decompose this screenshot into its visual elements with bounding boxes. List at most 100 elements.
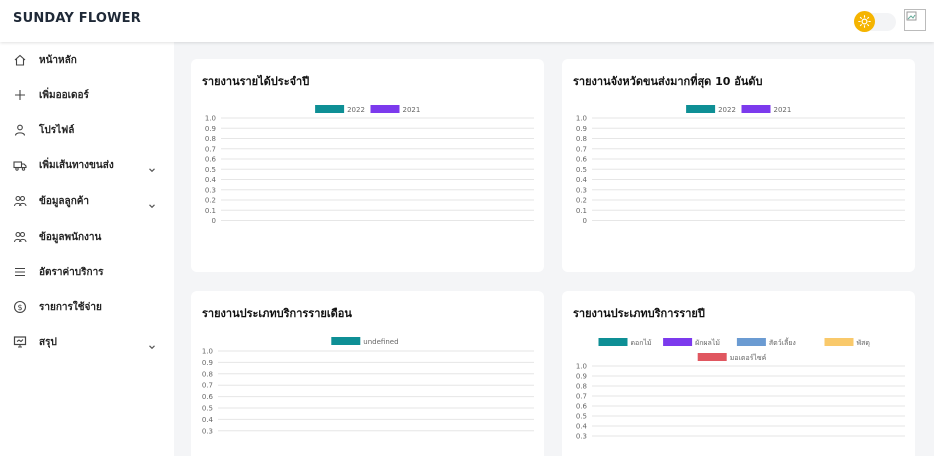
sidebar-item[interactable]: ข้อมูลพนักงาน	[0, 224, 174, 250]
chevron-down-icon[interactable]	[147, 160, 157, 173]
card-yearly-service-type: รายงานประเภทบริการรายปี ดอกไม้ ผักผลไม้ สั…	[562, 291, 915, 456]
legend-label[interactable]: ดอกไม้	[631, 338, 652, 347]
theme-toggle[interactable]	[854, 11, 896, 32]
sidebar-item-label: ข้อมูลพนักงาน	[39, 231, 102, 243]
sun-icon	[854, 11, 875, 32]
legend-label[interactable]: 2022	[347, 106, 365, 114]
sidebar-item-label: หน้าหลัก	[39, 54, 77, 66]
y-tick-label: 0.2	[205, 197, 216, 205]
y-tick-label: 0.4	[205, 176, 217, 184]
y-tick-label: 0.8	[202, 370, 213, 378]
y-tick-label: 0.8	[576, 383, 587, 391]
y-tick-label: 0	[212, 217, 216, 225]
legend-label[interactable]: สัตว์เลี้ยง	[769, 336, 796, 347]
sidebar-item-label: เพิ่มออเดอร์	[39, 89, 89, 101]
legend-swatch[interactable]	[686, 105, 716, 113]
y-tick-label: 0.9	[576, 125, 587, 133]
y-tick-label: 0.5	[205, 166, 216, 174]
sidebar-item-label: โปรไฟล์	[39, 124, 75, 136]
y-tick-label: 0.3	[205, 186, 216, 194]
chart-yearly-revenue: 2022 2021 1.0 0.9 0.8 0.7 0.6 0.5 0.4 0.3 0.2 0.1 0	[205, 105, 534, 225]
legend-label[interactable]: 2021	[774, 106, 792, 114]
y-tick-label: 0.9	[202, 359, 213, 367]
home-icon	[13, 53, 27, 67]
sidebar-item-label: เพิ่มเส้นทางขนส่ง	[39, 159, 114, 171]
y-tick-label: 0.7	[202, 382, 213, 390]
avatar[interactable]	[904, 9, 926, 31]
plus-icon	[13, 88, 27, 102]
legend-label[interactable]: undefined	[363, 338, 398, 346]
users-icon	[13, 230, 27, 244]
sidebar-item-label: อัตราค่าบริการ	[39, 266, 104, 278]
y-tick-label: 0.3	[576, 433, 587, 441]
chart-monthly-service-type: undefined 1.0 0.9 0.8 0.7 0.6 0.5 0.4 0.3	[202, 337, 534, 435]
dollar-icon: $	[13, 300, 27, 314]
y-tick-label: 0.9	[205, 125, 216, 133]
chevron-down-icon[interactable]	[147, 337, 157, 350]
broken-image-icon	[906, 11, 917, 21]
chart-top-provinces: 2022 2021 1.0 0.9 0.8 0.7 0.6 0.5 0.4 0.3 0.2 0.1 0	[576, 105, 905, 225]
y-tick-label: 1.0	[205, 115, 216, 123]
y-tick-label: 0.9	[576, 373, 587, 381]
sidebar-item[interactable]: หน้าหลัก	[0, 47, 174, 73]
y-tick-label: 0.3	[576, 186, 587, 194]
y-tick-label: 0.4	[202, 416, 214, 424]
legend-label[interactable]: ผักผลไม้	[695, 338, 720, 347]
legend-swatch[interactable]	[331, 337, 361, 345]
y-tick-label: 0.7	[576, 145, 587, 153]
y-tick-label: 0.5	[576, 413, 587, 421]
sidebar: หน้าหลักเพิ่มออเดอร์โปรไฟล์เพิ่มเส้นทางข…	[0, 42, 174, 456]
y-tick-label: 0.6	[576, 403, 588, 411]
list-icon	[13, 265, 27, 279]
y-tick-label: 0.5	[202, 405, 213, 413]
y-tick-label: 0.5	[576, 166, 587, 174]
user-icon	[13, 123, 27, 137]
y-tick-label: 0.8	[576, 135, 587, 143]
y-tick-label: 1.0	[202, 348, 213, 356]
legend-label[interactable]: 2021	[403, 106, 421, 114]
y-tick-label: 0.8	[205, 135, 216, 143]
legend-label[interactable]: 2022	[718, 106, 736, 114]
y-tick-label: 0.7	[576, 393, 587, 401]
y-tick-label: 0.2	[576, 197, 587, 205]
y-tick-label: 0	[583, 217, 587, 225]
legend-swatch[interactable]	[663, 338, 693, 346]
card-top-provinces: รายงานจังหวัดขนส่งมากที่สุด 10 อันดับ 20…	[562, 59, 915, 272]
brand-logo[interactable]: SUNDAY FLOWER	[13, 11, 141, 26]
legend-label[interactable]: พัสดุ	[857, 339, 870, 347]
y-tick-label: 0.4	[576, 176, 588, 184]
y-tick-label: 0.6	[576, 156, 588, 164]
legend-label[interactable]: มอเตอร์ไซค์	[730, 353, 767, 362]
sidebar-item[interactable]: เพิ่มเส้นทางขนส่ง	[0, 152, 174, 178]
y-tick-label: 0.6	[205, 156, 217, 164]
y-tick-label: 0.1	[576, 207, 587, 215]
legend-swatch[interactable]	[824, 338, 854, 346]
sidebar-item-label: ข้อมูลลูกค้า	[39, 195, 90, 207]
legend-swatch[interactable]	[697, 353, 727, 361]
legend-swatch[interactable]	[315, 105, 345, 113]
top-bar: SUNDAY FLOWER	[0, 0, 934, 42]
sidebar-item[interactable]: โปรไฟล์	[0, 117, 174, 143]
sidebar-item[interactable]: อัตราค่าบริการ	[0, 259, 174, 285]
sidebar-item[interactable]: $ รายการใช้จ่าย	[0, 294, 174, 320]
sidebar-item[interactable]: เพิ่มออเดอร์	[0, 82, 174, 108]
sidebar-item-label: รายการใช้จ่าย	[39, 301, 102, 313]
sidebar-item-label: สรุป	[39, 336, 57, 348]
monitor-icon	[13, 335, 27, 349]
y-tick-label: 0.4	[576, 423, 588, 431]
legend-swatch[interactable]	[741, 105, 771, 113]
svg-text:$: $	[17, 303, 22, 312]
sidebar-item[interactable]: ข้อมูลลูกค้า	[0, 188, 174, 214]
y-tick-label: 1.0	[576, 115, 587, 123]
sidebar-item[interactable]: สรุป	[0, 329, 174, 355]
y-tick-label: 0.6	[202, 393, 214, 401]
y-tick-label: 0.7	[205, 145, 216, 153]
legend-swatch[interactable]	[598, 338, 628, 346]
legend-swatch[interactable]	[736, 338, 766, 346]
card-yearly-revenue: รายงานรายได้ประจำปี 2022 2021 1.0 0.9 0.8 0.7…	[191, 59, 544, 272]
card-monthly-service-type: รายงานประเภทบริการรายเดือน undefined 1.0 0…	[191, 291, 544, 456]
chevron-down-icon[interactable]	[147, 196, 157, 209]
users-icon	[13, 194, 27, 208]
truck-icon	[13, 158, 27, 172]
legend-swatch[interactable]	[370, 105, 400, 113]
